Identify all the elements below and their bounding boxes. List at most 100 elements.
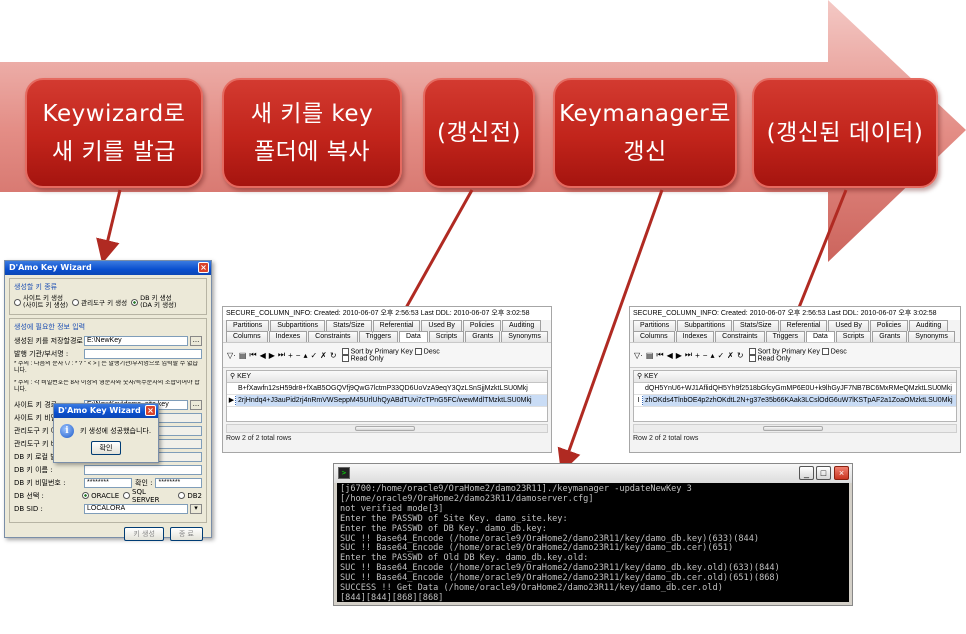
tab-triggers[interactable]: Triggers xyxy=(765,331,805,342)
scroll-thumb[interactable] xyxy=(762,426,823,431)
tab-used-by[interactable]: Used By xyxy=(828,320,869,331)
tab-constraints[interactable]: Constraints xyxy=(715,331,765,342)
tab-grants[interactable]: Grants xyxy=(465,331,501,342)
minimize-icon[interactable]: _ xyxy=(799,466,814,480)
tab-partitions[interactable]: Partitions xyxy=(226,320,270,331)
up-icon[interactable]: ▴ xyxy=(710,351,714,360)
db-pw-input[interactable]: ******** xyxy=(84,477,132,488)
cell-key[interactable]: zhOKds4TlnbOE4p2zhOKdtL2N+g37e35b66KAak3… xyxy=(642,395,956,406)
first-record-icon[interactable]: ⏮ xyxy=(249,350,256,360)
db-name-input[interactable] xyxy=(84,464,202,475)
copy-icon[interactable]: ▤ xyxy=(646,351,654,360)
readonly-checkbox[interactable] xyxy=(341,355,349,362)
tab-synonyms[interactable]: Synonyms xyxy=(501,331,548,342)
tab-indexes[interactable]: Indexes xyxy=(268,331,308,342)
radio-oracle[interactable] xyxy=(82,492,90,499)
maximize-icon[interactable]: □ xyxy=(816,466,831,480)
prev-record-icon[interactable]: ◀ xyxy=(667,351,673,360)
ok-button[interactable]: 확인 xyxy=(90,441,122,455)
tab-policies[interactable]: Policies xyxy=(462,320,502,331)
before-tabs-top: Partitions Subpartitions Stats/Size Referen… xyxy=(223,320,551,331)
readonly-checkbox[interactable] xyxy=(748,355,756,362)
tab-stats-size[interactable]: Stats/Size xyxy=(733,320,779,331)
filter-icon[interactable]: ▽· xyxy=(227,351,236,360)
popup-close-icon[interactable]: × xyxy=(145,405,156,416)
tab-stats-size[interactable]: Stats/Size xyxy=(326,320,372,331)
exit-button[interactable]: 종 료 xyxy=(169,527,203,541)
filter-icon[interactable]: ▽· xyxy=(634,351,643,360)
tab-columns[interactable]: Columns xyxy=(633,331,675,342)
copy-icon[interactable]: ▤ xyxy=(239,351,247,360)
tab-referential[interactable]: Referential xyxy=(779,320,828,331)
cell-key[interactable]: 2rjHndq4+J3auPid2rj4nRmVWSeppM45UrlUhQyA… xyxy=(235,395,547,406)
confirm-input[interactable]: ******** xyxy=(155,477,202,488)
tab-columns[interactable]: Columns xyxy=(226,331,268,342)
tab-indexes[interactable]: Indexes xyxy=(675,331,715,342)
radio-db-key[interactable] xyxy=(131,298,139,306)
first-record-icon[interactable]: ⏮ xyxy=(656,350,663,360)
close-icon[interactable]: × xyxy=(834,466,849,480)
table-row[interactable]: dQH5YnU6+WJ1AflidQH5Yh9f2518bGfcyGmMP6E0… xyxy=(634,383,956,395)
sort-checkbox[interactable] xyxy=(748,347,756,355)
next-record-icon[interactable]: ▶ xyxy=(676,351,682,360)
next-record-icon[interactable]: ▶ xyxy=(269,351,275,360)
chevron-down-icon[interactable]: ▾ xyxy=(190,503,202,514)
after-hscrollbar[interactable] xyxy=(633,424,957,433)
tab-data[interactable]: Data xyxy=(398,331,428,342)
save-path-input[interactable]: E:\NewKey xyxy=(84,335,188,346)
radio-db2[interactable] xyxy=(178,492,186,499)
before-col-header[interactable]: ⚲ KEY xyxy=(227,371,547,383)
radio-sqlserver[interactable] xyxy=(123,492,131,499)
add-record-icon[interactable]: + xyxy=(288,351,293,360)
post-icon[interactable]: ✓ xyxy=(717,351,724,360)
tab-scripts[interactable]: Scripts xyxy=(428,331,465,342)
tab-triggers[interactable]: Triggers xyxy=(358,331,398,342)
tab-auditing[interactable]: Auditing xyxy=(502,320,542,331)
last-record-icon[interactable]: ⏭ xyxy=(685,350,692,360)
tab-used-by[interactable]: Used By xyxy=(421,320,462,331)
delete-record-icon[interactable]: − xyxy=(296,351,301,360)
readonly-label: Read Only xyxy=(350,355,384,363)
scroll-thumb[interactable] xyxy=(355,426,415,431)
tab-referential[interactable]: Referential xyxy=(372,320,421,331)
cancel-icon[interactable]: ✗ xyxy=(727,351,734,360)
issuer-input[interactable] xyxy=(84,348,202,359)
table-row[interactable]: B+fXawfn12sH59dr8+fXaB5OGQVfj9QwG7lctmP3… xyxy=(227,383,547,395)
up-icon[interactable]: ▴ xyxy=(303,351,307,360)
db-sid-select[interactable]: LOCALORA xyxy=(84,503,188,514)
tab-policies[interactable]: Policies xyxy=(869,320,909,331)
tab-auditing[interactable]: Auditing xyxy=(909,320,949,331)
tab-subpartitions[interactable]: Subpartitions xyxy=(677,320,733,331)
radio-admin-key[interactable] xyxy=(72,298,80,306)
cell-key[interactable]: dQH5YnU6+WJ1AflidQH5Yh9f2518bGfcyGmMP6E0… xyxy=(643,383,956,394)
before-hscrollbar[interactable] xyxy=(226,424,548,433)
sort-checkbox[interactable] xyxy=(341,347,349,355)
tab-grants[interactable]: Grants xyxy=(872,331,908,342)
after-col-header[interactable]: ⚲ KEY xyxy=(634,371,956,383)
prev-record-icon[interactable]: ◀ xyxy=(260,351,266,360)
delete-record-icon[interactable]: − xyxy=(703,351,708,360)
tab-partitions[interactable]: Partitions xyxy=(633,320,677,331)
radio-site-key[interactable] xyxy=(14,298,21,306)
site-key-browse-button[interactable]: ... xyxy=(190,399,202,410)
tab-subpartitions[interactable]: Subpartitions xyxy=(270,320,326,331)
desc-checkbox[interactable] xyxy=(414,347,422,355)
tab-scripts[interactable]: Scripts xyxy=(835,331,872,342)
desc-checkbox[interactable] xyxy=(821,347,829,355)
refresh-icon[interactable]: ↻ xyxy=(330,351,337,360)
refresh-icon[interactable]: ↻ xyxy=(737,351,744,360)
add-record-icon[interactable]: + xyxy=(695,351,700,360)
save-path-browse-button[interactable]: ... xyxy=(190,335,202,346)
table-row[interactable]: ▶ 2rjHndq4+J3auPid2rj4nRmVWSeppM45UrlUhQy… xyxy=(227,395,547,407)
tab-constraints[interactable]: Constraints xyxy=(308,331,358,342)
tab-synonyms[interactable]: Synonyms xyxy=(908,331,955,342)
terminal-output[interactable]: [j6700:/home/oracle9/OraHome2/damo23R11]… xyxy=(337,483,849,602)
tab-data[interactable]: Data xyxy=(805,331,835,342)
table-row[interactable]: IzhOKds4TlnbOE4p2zhOKdtL2N+g37e35b66KAak… xyxy=(634,395,956,407)
cell-key[interactable]: B+fXawfn12sH59dr8+fXaB5OGQVfj9QwG7lctmP3… xyxy=(236,383,547,394)
post-icon[interactable]: ✓ xyxy=(310,351,317,360)
last-record-icon[interactable]: ⏭ xyxy=(278,350,285,360)
wizard-close-icon[interactable]: × xyxy=(198,262,209,273)
create-key-button[interactable]: 키 생성 xyxy=(124,527,164,541)
cancel-icon[interactable]: ✗ xyxy=(320,351,327,360)
